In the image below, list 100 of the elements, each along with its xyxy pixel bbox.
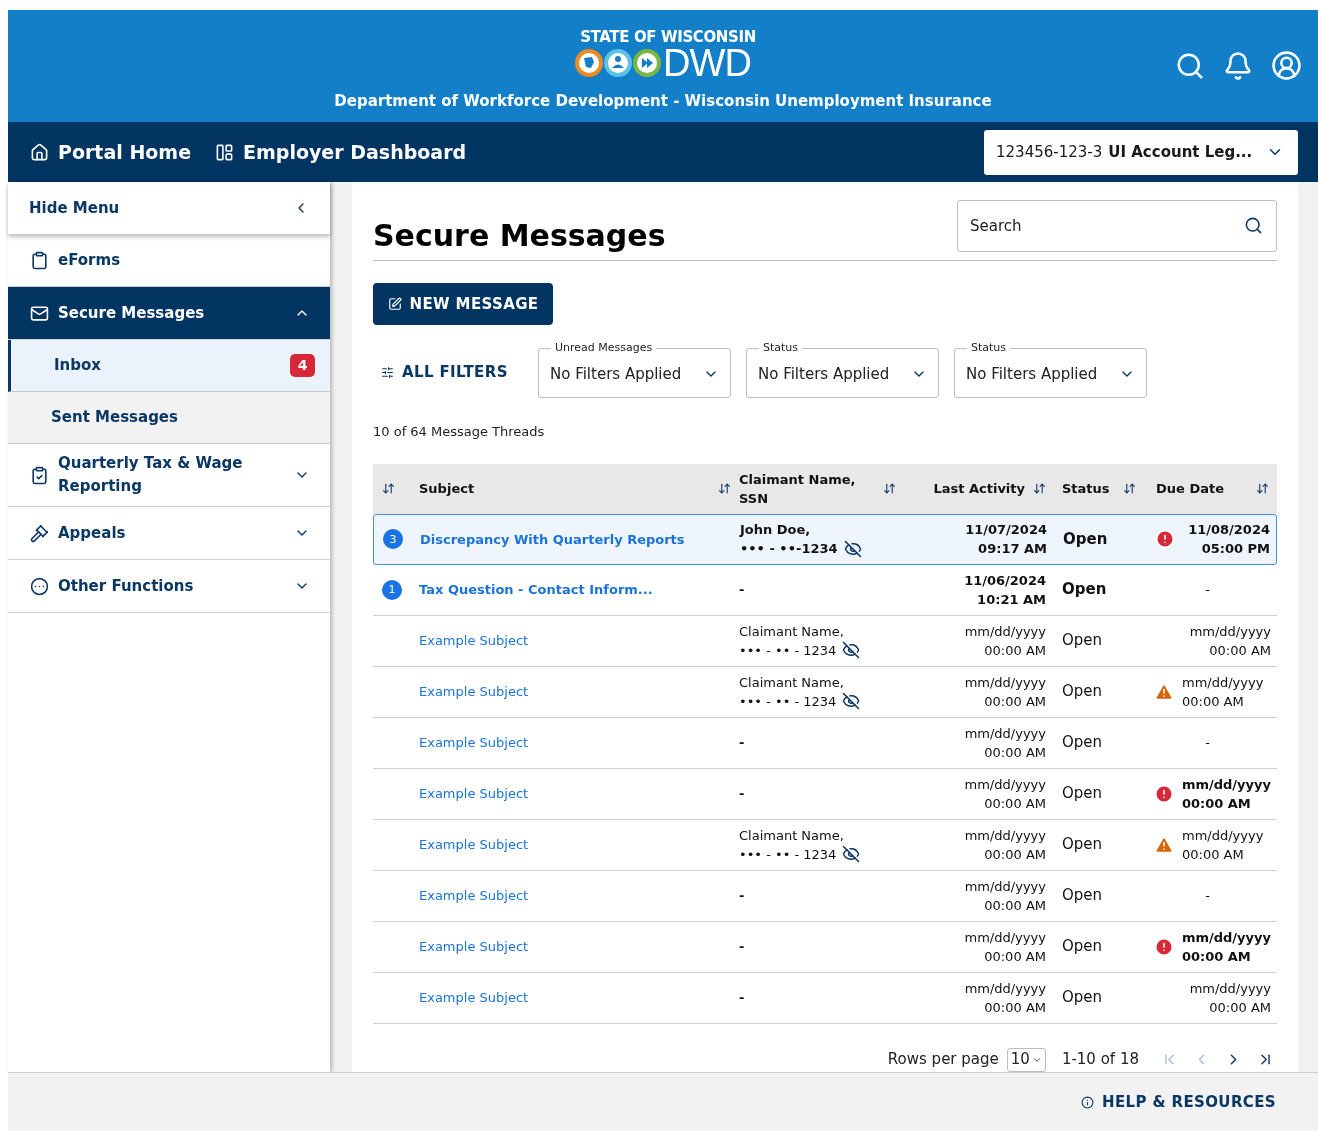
table-row[interactable]: Example Subject - mm/dd/yyyy 00:00 AM Open mm/dd/yyyy 00:00 AM bbox=[373, 921, 1277, 973]
subject-link[interactable]: Example Subject bbox=[419, 837, 529, 852]
eye-off-icon[interactable] bbox=[842, 641, 861, 659]
sort-icon[interactable] bbox=[382, 482, 395, 495]
status-text: Open bbox=[1062, 835, 1103, 853]
hide-menu-button[interactable]: Hide Menu bbox=[8, 182, 330, 234]
sidebar-item[interactable]: Appeals bbox=[8, 507, 330, 560]
status-text: Open bbox=[1061, 937, 1102, 955]
table-row[interactable]: Example Subject Claimant Name, ••• - •• - 1234 mm/dd/yyyy 00:00 AM Open mm/dd/yyyy 00:00 AM bbox=[373, 666, 1277, 718]
account-name: UI Account Leg... bbox=[1108, 141, 1253, 163]
page-title: Secure Messages bbox=[373, 218, 666, 254]
status-text: Open bbox=[1062, 886, 1103, 904]
column-header[interactable]: Due Date bbox=[1156, 479, 1224, 498]
header-subtitle: Department of Workforce Development - Wisconsin Unemployment Insurance bbox=[334, 91, 992, 112]
sort-icon[interactable] bbox=[1123, 482, 1136, 495]
all-filters-button[interactable]: ALL FILTERS bbox=[373, 360, 523, 384]
due-date: mm/dd/yyyy bbox=[1189, 622, 1271, 641]
nav-link[interactable]: Portal Home bbox=[30, 137, 192, 167]
sort-icon[interactable] bbox=[1033, 482, 1046, 495]
column-header[interactable]: Claimant Name, SSN bbox=[739, 469, 883, 508]
unread-count: 1 bbox=[382, 579, 402, 600]
rows-per-page-select[interactable]: 10 bbox=[1006, 1047, 1046, 1072]
table-row[interactable]: Example Subject - mm/dd/yyyy 00:00 AM Open - bbox=[373, 870, 1277, 922]
subject-link[interactable]: Example Subject bbox=[419, 888, 529, 903]
status-text: Open bbox=[1062, 682, 1103, 700]
sidebar-item[interactable]: Other Functions bbox=[8, 560, 330, 613]
due-date: mm/dd/yyyy bbox=[1181, 928, 1271, 947]
sidebar-item[interactable]: eForms bbox=[8, 234, 330, 287]
claimant-name: John Doe, bbox=[740, 521, 812, 539]
filter-select[interactable]: Unread Messages No Filters Applied bbox=[538, 340, 731, 398]
subject-link[interactable]: Example Subject bbox=[419, 990, 529, 1005]
subject-link[interactable]: Discrepancy With Quarterly Reports bbox=[420, 531, 685, 547]
sidebar-item[interactable]: Quarterly Tax & Wage Reporting bbox=[8, 444, 330, 507]
eye-off-icon[interactable] bbox=[842, 845, 861, 863]
submenu-item[interactable]: Sent Messages bbox=[8, 392, 330, 444]
claimant-name: Claimant Name, bbox=[739, 673, 845, 692]
status-text: Open bbox=[1063, 529, 1108, 548]
subject-link[interactable]: Example Subject bbox=[419, 684, 529, 699]
due-date: mm/dd/yyyy bbox=[1182, 826, 1264, 845]
status-text: Open bbox=[1062, 733, 1103, 751]
sidebar-item[interactable]: Secure Messages bbox=[8, 287, 330, 340]
due-date: 00:00 AM bbox=[1182, 845, 1244, 864]
eye-off-icon[interactable] bbox=[843, 539, 862, 558]
activity-date: 11/07/2024 bbox=[965, 521, 1047, 539]
search-icon[interactable] bbox=[1244, 216, 1263, 235]
claimant-name: Claimant Name, bbox=[739, 622, 845, 641]
activity-date: 11/06/2024 bbox=[964, 571, 1046, 590]
subject-link[interactable]: Example Subject bbox=[419, 633, 529, 648]
subject-link[interactable]: Example Subject bbox=[419, 735, 529, 750]
sort-icon[interactable] bbox=[718, 482, 731, 495]
account-select[interactable]: 123456-123-3 UI Account Leg... bbox=[984, 129, 1298, 175]
bell-icon[interactable] bbox=[1223, 50, 1253, 81]
column-header[interactable]: Last Activity bbox=[933, 479, 1025, 498]
activity-date: mm/dd/yyyy bbox=[964, 775, 1046, 794]
alert-icon bbox=[1155, 529, 1175, 549]
subject-link[interactable]: Example Subject bbox=[419, 786, 529, 801]
due-date: 00:00 AM bbox=[1182, 692, 1244, 711]
sort-icon[interactable] bbox=[883, 482, 896, 495]
due-date: 05:00 PM bbox=[1201, 540, 1270, 558]
column-header[interactable]: Subject bbox=[419, 479, 475, 498]
status-text: Open bbox=[1062, 580, 1107, 598]
activity-date: mm/dd/yyyy bbox=[964, 826, 1046, 845]
sort-icon[interactable] bbox=[1256, 482, 1269, 495]
due-date: 00:00 AM bbox=[1181, 794, 1251, 813]
sidebar-item-label: eForms bbox=[58, 249, 122, 271]
table-cell-text: - bbox=[738, 938, 746, 956]
eye-off-icon[interactable] bbox=[842, 692, 861, 710]
table-cell-text: - bbox=[738, 785, 746, 803]
status-text: Open bbox=[1062, 631, 1103, 649]
activity-date: 10:21 AM bbox=[977, 590, 1046, 609]
table-row[interactable]: Example Subject - mm/dd/yyyy 00:00 AM Open mm/dd/yyyy 00:00 AM bbox=[373, 768, 1277, 820]
compose-icon bbox=[387, 297, 402, 311]
filter-select[interactable]: Status No Filters Applied bbox=[954, 340, 1147, 398]
table-row[interactable]: Example Subject - mm/dd/yyyy 00:00 AM Open mm/dd/yyyy 00:00 AM bbox=[373, 972, 1277, 1024]
table-row[interactable]: Example Subject - mm/dd/yyyy 00:00 AM Open - bbox=[373, 717, 1277, 769]
table-cell-text: - bbox=[1205, 734, 1210, 752]
activity-date: 00:00 AM bbox=[984, 641, 1046, 660]
table-row[interactable]: Example Subject Claimant Name, ••• - •• - 1234 mm/dd/yyyy 00:00 AM Open mm/dd/yyyy 00:00 AM bbox=[373, 615, 1277, 667]
filter-select[interactable]: Status No Filters Applied bbox=[746, 340, 939, 398]
help-link[interactable]: HELP & RESOURCES bbox=[1080, 1090, 1276, 1114]
thread-count: 10 of 64 Message Threads bbox=[373, 423, 546, 441]
table-row[interactable]: Example Subject Claimant Name, ••• - •• - 1234 mm/dd/yyyy 00:00 AM Open mm/dd/yyyy 00:00 AM bbox=[373, 819, 1277, 871]
info-icon bbox=[1080, 1095, 1094, 1109]
new-message-button[interactable]: NEW MESSAGE bbox=[373, 283, 553, 325]
subject-link[interactable]: Example Subject bbox=[419, 939, 529, 954]
submenu-item[interactable]: Inbox 4 bbox=[8, 340, 330, 392]
table-row[interactable]: 1 Tax Question - Contact Inform... - 11/06/2024 10:21 AM Open - bbox=[373, 564, 1277, 616]
count-badge: 4 bbox=[290, 354, 315, 377]
ellipsis-icon bbox=[30, 576, 49, 596]
column-header[interactable]: Status bbox=[1062, 479, 1110, 498]
account-icon[interactable] bbox=[1271, 50, 1302, 81]
page-range: 1-10 of 18 bbox=[1061, 1049, 1139, 1071]
subject-link[interactable]: Tax Question - Contact Inform... bbox=[419, 582, 653, 597]
claimant-name: Claimant Name, bbox=[739, 826, 845, 845]
search-field[interactable]: Search bbox=[957, 200, 1277, 252]
logo-icon bbox=[575, 48, 662, 78]
masked-ssn: ••• - •• - 1234 bbox=[739, 641, 837, 660]
nav-link[interactable]: Employer Dashboard bbox=[215, 137, 467, 167]
activity-date: 00:00 AM bbox=[984, 794, 1046, 813]
table-row[interactable]: 3 Discrepancy With Quarterly Reports John Doe, ••• - ••-1234 11/07/2024 09:17 AM Open 11/08/2024 05:00 PM bbox=[373, 513, 1277, 565]
